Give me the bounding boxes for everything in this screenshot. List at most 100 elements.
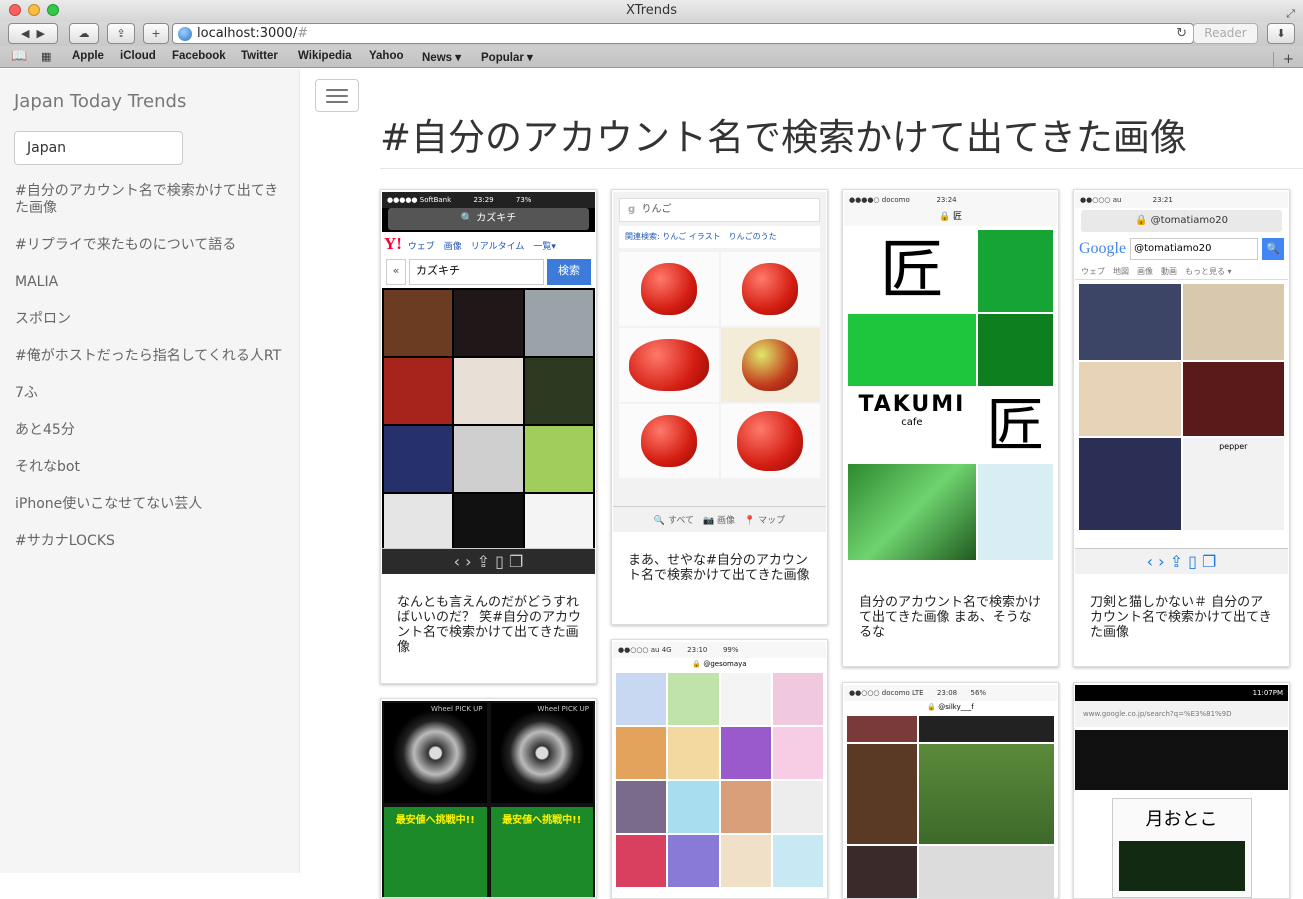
share-icon: ⇪ bbox=[116, 27, 126, 40]
trend-item[interactable]: スポロン bbox=[15, 311, 285, 328]
reload-icon[interactable]: ↻ bbox=[1176, 24, 1187, 43]
bookmark-news-menu[interactable]: News ▾ bbox=[422, 50, 461, 64]
pepper-robot-image: pepper bbox=[1182, 438, 1284, 530]
trend-item[interactable]: #俺がホストだったら指名してくれる人RT bbox=[15, 348, 285, 365]
window-title: XTrends bbox=[625, 3, 678, 18]
back-icon[interactable]: ◀ bbox=[21, 27, 29, 40]
hamburger-icon-line bbox=[326, 101, 348, 103]
back-forward-buttons[interactable]: ◀ ▶ bbox=[8, 23, 58, 44]
zoom-window-button[interactable] bbox=[47, 4, 59, 16]
phone-bottom-bar: ‹ › ⇪ ▯ ❐ bbox=[382, 548, 595, 574]
cloud-icon: ☁ bbox=[78, 27, 90, 40]
address-bar[interactable]: localhost:3000/# ↻ bbox=[172, 23, 1194, 44]
reader-button[interactable]: Reader bbox=[1193, 23, 1258, 44]
image-card[interactable]: ●●○○○ au 23:21 🔒 @tomatiamo20 Google @to… bbox=[1073, 189, 1290, 667]
apple-image bbox=[720, 252, 820, 326]
trend-list: #自分のアカウント名で検索かけて出てきた画像 #リプライで来たものについて語る … bbox=[15, 183, 285, 570]
takumi-cafe-logo: TAKUMI cafe bbox=[858, 392, 966, 428]
icloud-tabs-button[interactable]: ☁ bbox=[69, 23, 99, 44]
phone-status-bar: ●●○○○ au 23:21 bbox=[1075, 192, 1288, 208]
tweet-image[interactable]: ●●●●○ docomo 23:24 🔒 匠 匠 TAKUMI cafe 匠 bbox=[844, 192, 1057, 574]
tweet-image[interactable]: 11:07PM www.google.co.jp/search?q=%E3%81… bbox=[1075, 685, 1288, 898]
image-card[interactable]: ●●●●● SoftBank 23:29 73% 🔍 カズキチ Y! ウェブ 画… bbox=[380, 189, 597, 684]
search-icon: 🔍 bbox=[1262, 238, 1284, 260]
google-logo: Google bbox=[1079, 240, 1127, 257]
image-card[interactable]: ●●○○○ docomo LTE 23:08 56% 🔒 @silky___f bbox=[842, 682, 1059, 899]
bookmark-yahoo[interactable]: Yahoo bbox=[369, 50, 404, 62]
image-results-grid bbox=[613, 248, 826, 482]
minimize-window-button[interactable] bbox=[28, 4, 40, 16]
tweet-image[interactable]: ●●○○○ au 23:21 🔒 @tomatiamo20 Google @to… bbox=[1075, 192, 1288, 574]
web-page: Japan Today Trends Japan #自分のアカウント名で検索かけ… bbox=[0, 69, 1303, 899]
phone-status-bar: ●●○○○ docomo LTE 23:08 56% bbox=[844, 685, 1057, 701]
top-sites-icon[interactable]: ▦ bbox=[41, 50, 51, 63]
yahoo-header: Y! ウェブ 画像 リアルタイム 一覧▾ bbox=[382, 232, 595, 256]
reading-list-icon[interactable]: 📖 bbox=[11, 49, 27, 64]
bookmark-wikipedia[interactable]: Wikipedia bbox=[298, 50, 352, 62]
url-host: localhost:3000/ bbox=[197, 26, 298, 41]
image-results-grid bbox=[844, 713, 1057, 898]
tweet-image[interactable]: ●●○○○ docomo LTE 23:08 56% 🔒 @silky___f bbox=[844, 685, 1057, 898]
bookmark-facebook[interactable]: Facebook bbox=[172, 50, 226, 62]
country-input[interactable]: Japan bbox=[14, 131, 183, 165]
phone-status-bar: ●●●●○ docomo 23:24 bbox=[844, 192, 1057, 208]
bookmark-popular-menu[interactable]: Popular ▾ bbox=[481, 50, 533, 64]
image-results-grid: pepper bbox=[1075, 280, 1288, 534]
tweet-image[interactable]: ●●●●● SoftBank 23:29 73% 🔍 カズキチ Y! ウェブ 画… bbox=[382, 192, 595, 574]
bookmark-apple[interactable]: Apple bbox=[72, 50, 104, 62]
forward-icon[interactable]: ▶ bbox=[37, 27, 45, 40]
trend-item[interactable]: #自分のアカウント名で検索かけて出てきた画像 bbox=[15, 183, 285, 217]
google-g-icon: g bbox=[628, 204, 636, 215]
share-button[interactable]: ⇪ bbox=[107, 23, 135, 44]
phone-url-bar: 🔒 @gesomaya bbox=[692, 660, 747, 668]
new-tab-button[interactable]: + bbox=[143, 23, 169, 44]
phone-url-bar: 🔒 @tomatiamo20 bbox=[1081, 210, 1282, 232]
trend-item[interactable]: あと45分 bbox=[15, 422, 285, 439]
image-card[interactable]: ●●○○○ au 4G 23:10 99% 🔒 @gesomaya bbox=[611, 639, 828, 899]
trend-item[interactable]: #サカナLOCKS bbox=[15, 533, 285, 550]
trend-item[interactable]: MALIA bbox=[15, 274, 285, 291]
window-titlebar: XTrends ⤢ bbox=[0, 0, 1303, 22]
hamburger-icon-line bbox=[326, 95, 348, 97]
related-searches: 関連検索: りんご イラスト りんごのうた bbox=[619, 226, 820, 248]
phone-url-bar: 🔒 @silky___f bbox=[927, 703, 974, 711]
close-window-button[interactable] bbox=[9, 4, 21, 16]
phone-url-bar: 🔍 カズキチ bbox=[388, 208, 589, 230]
image-results-grid bbox=[382, 288, 595, 562]
add-tab-button[interactable]: + bbox=[1273, 52, 1303, 68]
trend-item[interactable]: iPhone使いこなせてない芸人 bbox=[15, 496, 285, 513]
bookmark-icloud[interactable]: iCloud bbox=[120, 50, 156, 62]
card-caption: なんとも言えんのだがどうすればいいのだ？ 笑#自分のアカウント名で検索かけて出て… bbox=[397, 595, 582, 655]
card-caption: 自分のアカウント名で検索かけて出てきた画像 まあ、そうなるな bbox=[859, 595, 1042, 640]
bookmark-twitter[interactable]: Twitter bbox=[241, 50, 278, 62]
book-cover-image: 月おとこ bbox=[1111, 798, 1252, 898]
apple-image bbox=[619, 252, 719, 326]
image-results-grid bbox=[613, 670, 826, 890]
apple-image bbox=[619, 404, 719, 478]
site-brand[interactable]: Japan Today Trends bbox=[14, 91, 186, 112]
trend-item[interactable]: それなbot bbox=[15, 459, 285, 476]
trend-item[interactable]: 7ふ bbox=[15, 385, 285, 402]
image-card[interactable]: ●●●●○ docomo 23:24 🔒 匠 匠 TAKUMI cafe 匠 自… bbox=[842, 189, 1059, 667]
menu-toggle-button[interactable] bbox=[315, 79, 359, 112]
image-card[interactable]: Wheel PICK UP Wheel PICK UP 最安値へ挑戦中!! 最安… bbox=[380, 698, 597, 898]
apple-image bbox=[720, 328, 820, 402]
trend-item[interactable]: #リプライで来たものについて語る bbox=[15, 237, 285, 254]
tweet-image[interactable]: g りんご 関連検索: りんご イラスト りんごのうた 🔍 すべて 📷 画像 📍… bbox=[613, 192, 826, 532]
image-results-grid: 匠 TAKUMI cafe 匠 bbox=[844, 226, 1057, 564]
phone-url-bar: 🔒 匠 bbox=[844, 208, 1057, 226]
google-bottom-tabs: 🔍 すべて 📷 画像 📍 マップ bbox=[613, 506, 826, 532]
image-card[interactable]: g りんご 関連検索: りんご イラスト りんごのうた 🔍 すべて 📷 画像 📍… bbox=[611, 189, 828, 625]
card-caption: まあ、せやな#自分のアカウント名で検索かけて出てきた画像 bbox=[628, 553, 810, 583]
google-search-box: g りんご bbox=[619, 198, 820, 222]
takumi-kanji-image: 匠 bbox=[879, 234, 944, 308]
image-card[interactable]: 11:07PM www.google.co.jp/search?q=%E3%81… bbox=[1073, 682, 1290, 899]
takumi-kanji-image-2: 匠 bbox=[986, 391, 1045, 459]
tweet-image[interactable]: Wheel PICK UP Wheel PICK UP 最安値へ挑戦中!! 最安… bbox=[382, 701, 595, 897]
downloads-button[interactable]: ⬇ bbox=[1267, 23, 1295, 44]
yahoo-logo-icon: Y! bbox=[384, 234, 402, 253]
globe-icon bbox=[178, 27, 192, 41]
tweet-image[interactable]: ●●○○○ au 4G 23:10 99% 🔒 @gesomaya bbox=[613, 642, 826, 898]
title-divider bbox=[380, 168, 1303, 169]
download-icon: ⬇ bbox=[1276, 27, 1286, 40]
